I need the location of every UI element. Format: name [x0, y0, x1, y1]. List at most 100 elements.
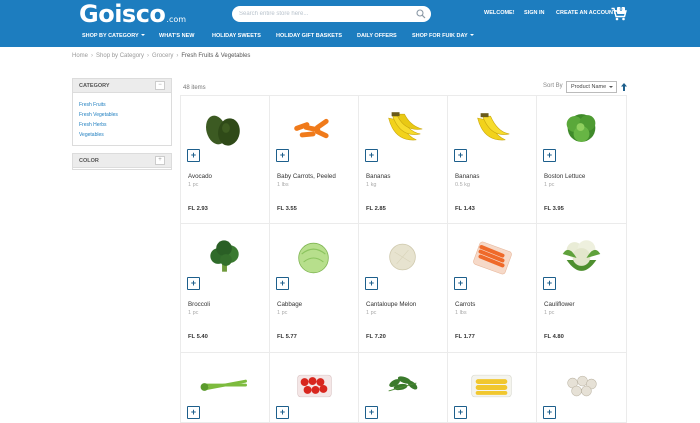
product-unit: 1 lbs — [455, 310, 467, 316]
add-to-cart-button[interactable]: + — [365, 406, 378, 419]
logo-text: Goisco — [79, 0, 166, 28]
site-logo[interactable]: Goisco.com — [79, 1, 186, 33]
category-filter-title: CATEGORY — [79, 83, 110, 89]
product-card[interactable]: + Avocado 1 pc FL 2.93 — [180, 95, 270, 224]
sign-in-link[interactable]: SIGN IN — [524, 10, 544, 16]
product-card[interactable]: + — [448, 353, 537, 423]
account-links: WELCOME! SIGN IN CREATE AN ACCOUNT — [484, 10, 616, 16]
add-to-cart-button[interactable]: + — [454, 406, 467, 419]
product-card[interactable]: + Cantaloupe Melon 1 pc FL 7.20 — [359, 224, 448, 353]
product-card[interactable]: + Bananas 0.5 kg FL 1.43 — [448, 95, 537, 224]
cart-count-badge: 0 — [617, 7, 625, 14]
product-card[interactable]: + Bananas 1 kg FL 2.85 — [359, 95, 448, 224]
breadcrumb-home[interactable]: Home — [72, 53, 88, 59]
add-to-cart-button[interactable]: + — [365, 277, 378, 290]
product-name[interactable]: Cantaloupe Melon — [366, 301, 416, 308]
product-card[interactable]: + Carrots 1 lbs FL 1.77 — [448, 224, 537, 353]
category-link-fresh-fruits[interactable]: Fresh Fruits — [79, 100, 165, 110]
expand-icon[interactable]: + — [155, 156, 165, 165]
chevron-right-icon: › — [91, 53, 94, 59]
create-account-link[interactable]: CREATE AN ACCOUNT — [556, 10, 616, 16]
add-to-cart-button[interactable]: + — [454, 149, 467, 162]
search-box — [232, 6, 431, 22]
add-to-cart-button[interactable]: + — [276, 149, 289, 162]
product-card[interactable]: + Baby Carrots, Peeled 1 lbs FL 3.55 — [270, 95, 359, 224]
add-to-cart-button[interactable]: + — [276, 406, 289, 419]
sort-select[interactable]: Product Name — [566, 81, 617, 93]
collapse-icon[interactable]: − — [155, 81, 165, 90]
product-name[interactable]: Baby Carrots, Peeled — [277, 173, 336, 180]
category-link-fresh-herbs[interactable]: Fresh Herbs — [79, 120, 165, 130]
category-list: Fresh Fruits Fresh Vegetables Fresh Herb… — [73, 93, 171, 146]
product-price: FL 3.55 — [277, 206, 297, 212]
product-price: FL 2.93 — [188, 206, 208, 212]
nav-holiday-gift-baskets[interactable]: HOLIDAY GIFT BASKETS — [276, 33, 342, 39]
search-icon[interactable] — [416, 9, 426, 19]
color-filter-title: COLOR — [79, 158, 99, 164]
product-name[interactable]: Avocado — [188, 173, 212, 180]
chevron-down-icon — [609, 86, 613, 88]
welcome-text: WELCOME! — [484, 10, 515, 16]
category-link-vegetables[interactable]: Vegetables — [79, 130, 165, 140]
product-price: FL 1.77 — [455, 334, 475, 340]
product-name[interactable]: Boston Lettuce — [544, 173, 585, 180]
product-card[interactable]: + — [359, 353, 448, 423]
breadcrumb-shop-by-category[interactable]: Shop by Category — [96, 53, 144, 59]
product-unit: 1 pc — [188, 182, 199, 188]
breadcrumb-current: Fresh Fruits & Vegetables — [181, 53, 251, 59]
category-filter: CATEGORY − Fresh Fruits Fresh Vegetables… — [72, 78, 172, 146]
main-nav: SHOP BY CATEGORY WHAT'S NEW HOLIDAY SWEE… — [0, 33, 700, 45]
product-name[interactable]: Cabbage — [277, 301, 302, 308]
site-header: Goisco.com WELCOME! SIGN IN CREATE AN AC… — [0, 0, 700, 47]
product-name[interactable]: Cauliflower — [544, 301, 575, 308]
product-price: FL 7.20 — [366, 334, 386, 340]
chevron-right-icon: › — [147, 53, 150, 59]
add-to-cart-button[interactable]: + — [543, 406, 556, 419]
breadcrumb: Home › Shop by Category › Grocery › Fresh Frui… — [72, 53, 250, 59]
product-unit: 1 kg — [366, 182, 377, 188]
product-card[interactable]: + Boston Lettuce 1 pc FL 3.95 — [537, 95, 627, 224]
nav-holiday-sweets[interactable]: HOLIDAY SWEETS — [212, 33, 261, 39]
product-card[interactable]: + Cauliflower 1 pc FL 4.80 — [537, 224, 627, 353]
product-price: FL 5.40 — [188, 334, 208, 340]
product-unit: 1 pc — [277, 310, 288, 316]
logo-suffix: .com — [166, 15, 187, 24]
nav-whats-new[interactable]: WHAT'S NEW — [159, 33, 194, 39]
color-filter-header[interactable]: COLOR + — [73, 154, 171, 168]
nav-shop-for-fuik-day[interactable]: SHOP FOR FUIK DAY — [412, 33, 474, 39]
product-price: FL 5.77 — [277, 334, 297, 340]
sort-label: Sort By — [543, 83, 563, 89]
product-unit: 1 pc — [366, 310, 377, 316]
product-unit: 1 pc — [544, 310, 555, 316]
add-to-cart-button[interactable]: + — [187, 406, 200, 419]
product-name[interactable]: Bananas — [366, 173, 390, 180]
category-filter-header[interactable]: CATEGORY − — [73, 79, 171, 93]
add-to-cart-button[interactable]: + — [365, 149, 378, 162]
product-name[interactable]: Bananas — [455, 173, 479, 180]
product-card[interactable]: + Broccoli 1 pc FL 5.40 — [180, 224, 270, 353]
product-unit: 1 pc — [188, 310, 199, 316]
product-name[interactable]: Carrots — [455, 301, 475, 308]
product-card[interactable]: + — [180, 353, 270, 423]
product-price: FL 1.43 — [455, 206, 475, 212]
product-name[interactable]: Broccoli — [188, 301, 210, 308]
category-link-fresh-vegetables[interactable]: Fresh Vegetables — [79, 110, 165, 120]
add-to-cart-button[interactable]: + — [187, 277, 200, 290]
search-input[interactable] — [239, 9, 409, 19]
item-count: 48 items — [183, 85, 206, 91]
add-to-cart-button[interactable]: + — [454, 277, 467, 290]
sort-direction-icon[interactable] — [621, 83, 627, 91]
add-to-cart-button[interactable]: + — [276, 277, 289, 290]
chevron-down-icon — [140, 34, 145, 36]
nav-shop-by-category[interactable]: SHOP BY CATEGORY — [82, 33, 145, 39]
add-to-cart-button[interactable]: + — [543, 277, 556, 290]
product-card[interactable]: + — [537, 353, 627, 423]
nav-daily-offers[interactable]: DAILY OFFERS — [357, 33, 397, 39]
breadcrumb-grocery[interactable]: Grocery — [152, 53, 173, 59]
product-card[interactable]: + Cabbage 1 pc FL 5.77 — [270, 224, 359, 353]
product-card[interactable]: + — [270, 353, 359, 423]
sort-select-value: Product Name — [571, 84, 607, 90]
add-to-cart-button[interactable]: + — [543, 149, 556, 162]
add-to-cart-button[interactable]: + — [187, 149, 200, 162]
product-unit: 0.5 kg — [455, 182, 470, 188]
